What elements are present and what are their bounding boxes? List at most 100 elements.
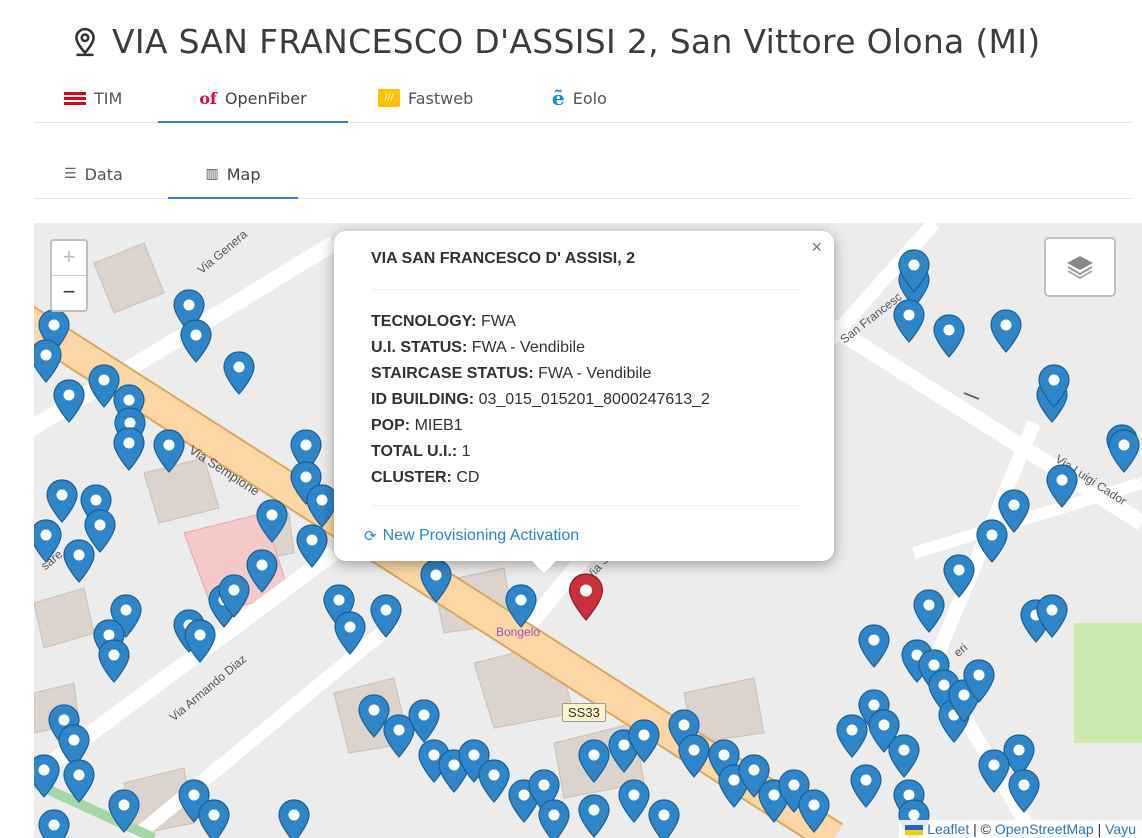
eolo-logo-icon: ẽ	[552, 86, 565, 110]
tab-tim[interactable]: TIM	[64, 74, 122, 122]
location-marker[interactable]	[107, 789, 141, 833]
popup-field: CLUSTER: CD	[371, 469, 480, 486]
tab-fastweb[interactable]: /// Fastweb	[378, 74, 473, 122]
location-marker[interactable]	[897, 249, 931, 293]
zoom-out-button[interactable]: −	[52, 276, 86, 310]
popup-field: POP: MIEB1	[371, 417, 463, 434]
popup-close-button[interactable]: ×	[811, 237, 822, 258]
location-marker[interactable]	[112, 427, 146, 471]
tab-label: Fastweb	[408, 88, 474, 108]
location-marker[interactable]	[887, 734, 921, 778]
location-marker[interactable]	[537, 799, 571, 838]
openstreetmap-link[interactable]: OpenStreetMap	[995, 821, 1094, 837]
location-marker[interactable]	[577, 739, 611, 783]
location-marker[interactable]	[152, 429, 186, 473]
location-marker[interactable]	[277, 799, 311, 838]
location-marker[interactable]	[647, 799, 681, 838]
location-marker[interactable]	[892, 299, 926, 343]
location-marker[interactable]	[179, 319, 213, 363]
location-marker[interactable]	[197, 799, 231, 838]
popup-divider	[371, 505, 798, 506]
location-marker[interactable]	[62, 759, 96, 803]
location-marker[interactable]	[97, 639, 131, 683]
location-marker[interactable]	[977, 749, 1011, 793]
popup-title: VIA SAN FRANCESCO D' ASSISI, 2	[371, 250, 635, 267]
location-marker[interactable]	[849, 764, 883, 808]
location-marker[interactable]	[1035, 594, 1069, 638]
tab-openfiber[interactable]: of OpenFiber	[158, 74, 348, 123]
location-marker[interactable]	[617, 779, 651, 823]
location-marker[interactable]	[627, 719, 661, 763]
location-marker[interactable]	[255, 499, 289, 543]
location-marker[interactable]	[912, 589, 946, 633]
location-marker[interactable]	[504, 584, 538, 628]
popup-field: TECNOLOGY: FWA	[371, 313, 516, 330]
location-marker[interactable]	[295, 524, 329, 568]
location-marker[interactable]	[1107, 429, 1141, 473]
location-marker[interactable]	[333, 611, 367, 655]
map-popup: × VIA SAN FRANCESCO D' ASSISI, 2 TECNOLO…	[334, 231, 834, 573]
location-marker[interactable]	[857, 624, 891, 668]
provider-tabs: TIM of OpenFiber /// Fastweb ẽ Eolo	[34, 74, 1132, 123]
fastweb-logo-icon: ///	[378, 89, 400, 107]
tab-map[interactable]: ▥ Map	[168, 150, 298, 199]
map-icon: ▥	[205, 166, 219, 182]
address-title: VIA SAN FRANCESCO D'ASSISI 2, San Vittor…	[112, 22, 1041, 61]
location-marker[interactable]	[975, 519, 1009, 563]
zoom-control: + −	[50, 239, 88, 312]
location-marker[interactable]	[34, 754, 61, 798]
tab-data[interactable]: ☰ Data	[64, 150, 123, 198]
location-marker[interactable]	[477, 759, 511, 803]
location-marker[interactable]	[52, 379, 86, 423]
popup-fields: TECNOLOGY: FWA U.I. STATUS: FWA - Vendib…	[371, 309, 710, 491]
vayu-link[interactable]: Vayu	[1105, 821, 1136, 837]
location-marker[interactable]	[577, 794, 611, 838]
location-marker[interactable]	[1007, 769, 1041, 813]
leaflet-link[interactable]: Leaflet	[927, 821, 969, 837]
tab-label: Data	[84, 164, 123, 184]
location-marker[interactable]	[83, 509, 117, 553]
location-marker[interactable]	[369, 594, 403, 638]
location-marker[interactable]	[45, 479, 79, 523]
popup-field: ID BUILDING: 03_015_015201_8000247613_2	[371, 391, 710, 408]
new-provisioning-activation-link[interactable]: ⟳ New Provisioning Activation	[364, 527, 579, 545]
tab-label: TIM	[94, 88, 123, 108]
tab-eolo[interactable]: ẽ Eolo	[552, 74, 607, 122]
location-marker[interactable]	[932, 314, 966, 358]
tim-logo-icon	[64, 91, 86, 105]
location-marker[interactable]	[797, 789, 831, 833]
popup-field: TOTAL U.I.: 1	[371, 443, 471, 460]
selected-location-marker[interactable]	[567, 573, 605, 621]
location-marker[interactable]	[942, 554, 976, 598]
popup-divider	[371, 289, 798, 290]
popup-field: STAIRCASE STATUS: FWA - Vendibile	[371, 365, 652, 382]
layers-icon	[1067, 256, 1093, 280]
layers-button[interactable]	[1044, 237, 1116, 297]
tab-label: Map	[226, 164, 261, 184]
location-marker[interactable]	[407, 699, 441, 743]
openfiber-logo-icon: of	[199, 88, 217, 108]
list-icon: ☰	[64, 166, 77, 182]
location-marker[interactable]	[835, 714, 869, 758]
location-pin-icon	[75, 27, 95, 56]
location-marker[interactable]	[34, 339, 63, 383]
location-marker[interactable]	[37, 809, 71, 838]
road-shield: SS33	[562, 703, 606, 722]
tab-label: OpenFiber	[224, 88, 307, 108]
map-view[interactable]: Via Genera Via Sempione Via Armando Diaz…	[34, 223, 1142, 838]
location-marker[interactable]	[183, 619, 217, 663]
location-marker[interactable]	[222, 351, 256, 395]
tab-label: Eolo	[572, 88, 607, 108]
location-marker[interactable]	[419, 559, 453, 603]
location-marker[interactable]	[34, 519, 63, 563]
page-title: VIA SAN FRANCESCO D'ASSISI 2, San Vittor…	[72, 22, 1041, 61]
location-marker[interactable]	[989, 309, 1023, 353]
zoom-in-button[interactable]: +	[52, 241, 86, 276]
location-marker[interactable]	[1045, 464, 1079, 508]
location-marker[interactable]	[962, 659, 996, 703]
refresh-icon: ⟳	[364, 528, 377, 545]
ukraine-flag-icon	[905, 825, 924, 836]
location-marker[interactable]	[677, 734, 711, 778]
location-marker[interactable]	[1037, 364, 1071, 408]
location-marker[interactable]	[245, 549, 279, 593]
